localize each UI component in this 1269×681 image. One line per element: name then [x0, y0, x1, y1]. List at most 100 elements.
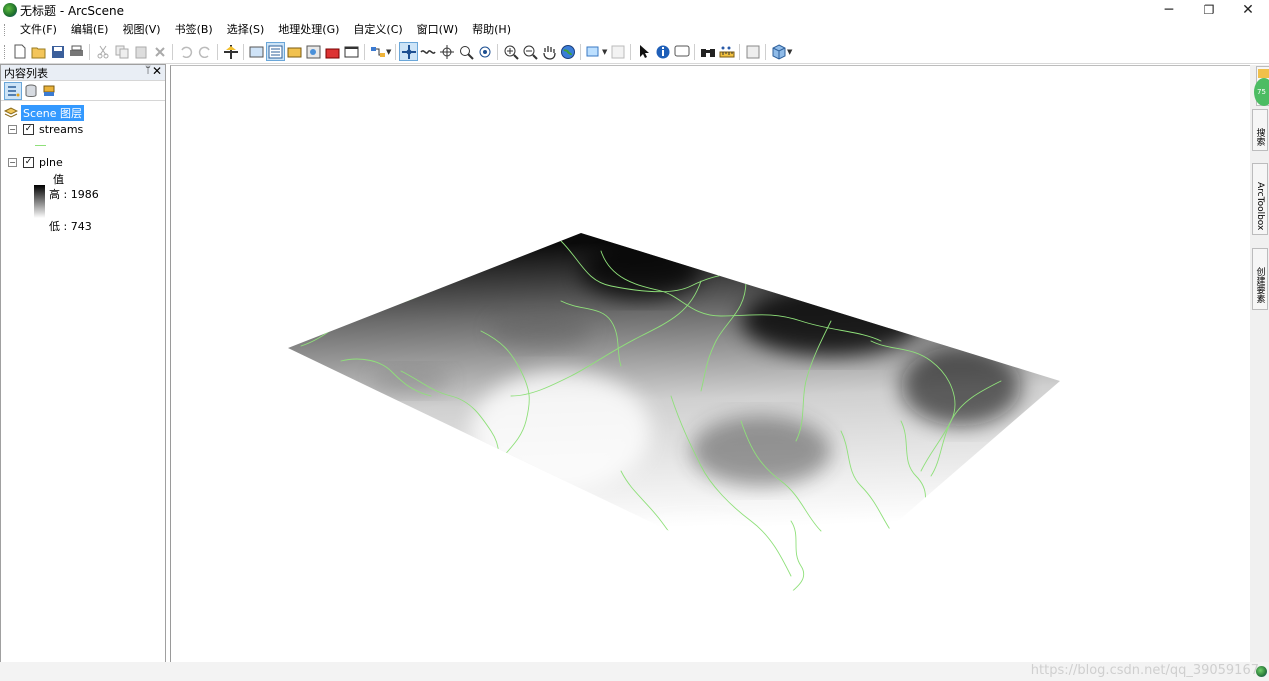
html-popup-icon[interactable]: [673, 43, 690, 60]
menu-view[interactable]: 视图(V): [115, 20, 167, 40]
status-badge[interactable]: 75: [1254, 78, 1269, 106]
navigate-tool-icon[interactable]: [399, 42, 418, 61]
animation-window-icon[interactable]: [744, 43, 761, 60]
arctoolbox-dock-tab[interactable]: ArcToolbox: [1252, 163, 1268, 235]
scene-layers-label[interactable]: Scene 图层: [21, 104, 85, 121]
layer-plne[interactable]: − ✓ plne: [8, 155, 63, 170]
list-by-visibility-icon[interactable]: [41, 83, 57, 99]
target-center-icon[interactable]: [438, 43, 455, 60]
select-features-icon[interactable]: [585, 43, 602, 60]
layer-checkbox[interactable]: ✓: [23, 124, 34, 135]
dropdown-arrow-icon[interactable]: ▼: [602, 47, 608, 57]
scene-view[interactable]: [170, 65, 1250, 662]
menu-help[interactable]: 帮助(H): [465, 20, 518, 40]
toolbar-separator: [89, 43, 90, 60]
close-button[interactable]: ✕: [1229, 0, 1267, 20]
toc-close-icon[interactable]: ✕: [152, 64, 162, 78]
print-icon[interactable]: [68, 43, 85, 60]
paste-icon[interactable]: [132, 43, 149, 60]
zoom-to-target-icon[interactable]: [457, 43, 474, 60]
legend-low-label: 低 : 743: [49, 219, 92, 233]
menu-grip: [4, 24, 7, 36]
layer-name[interactable]: plne: [39, 156, 63, 169]
scene-properties-icon[interactable]: [248, 43, 265, 60]
measure-icon[interactable]: [718, 43, 735, 60]
new-document-icon[interactable]: [11, 43, 28, 60]
toolbar-separator: [172, 43, 173, 60]
collapse-icon[interactable]: −: [8, 125, 17, 134]
right-dock-bar: 75 搜索 ArcToolbox 创建要素: [1250, 65, 1269, 662]
cut-icon[interactable]: [94, 43, 111, 60]
zoom-out-icon[interactable]: [521, 43, 538, 60]
watermark: https://blog.csdn.net/qq_39059167: [1030, 663, 1259, 678]
toolbar-separator: [694, 43, 695, 60]
list-by-source-icon[interactable]: [23, 83, 39, 99]
elevation-color-ramp[interactable]: [34, 185, 45, 218]
create-features-dock-tab[interactable]: 创建要素: [1252, 248, 1268, 310]
scene-layers-node[interactable]: Scene 图层: [4, 104, 85, 121]
search-window-icon[interactable]: [305, 43, 322, 60]
toolbar-separator: [364, 43, 365, 60]
clear-selection-icon[interactable]: [609, 43, 626, 60]
menu-geoprocessing[interactable]: 地理处理(G): [271, 20, 346, 40]
find-binoculars-icon[interactable]: [699, 43, 716, 60]
layers-stack-icon: [4, 107, 18, 118]
toolbar-separator: [395, 43, 396, 60]
toolbar-grip: [4, 44, 7, 59]
layer-streams[interactable]: − ✓ streams: [8, 122, 83, 137]
toc-toolbar: [1, 81, 165, 101]
restore-button[interactable]: ❐: [1190, 0, 1228, 20]
full-extent-globe-icon[interactable]: [559, 43, 576, 60]
arctoolbox-icon[interactable]: [324, 43, 341, 60]
save-icon[interactable]: [49, 43, 66, 60]
set-observer-icon[interactable]: [476, 43, 493, 60]
dropdown-arrow-icon[interactable]: ▼: [787, 47, 793, 57]
3d-effects-cube-icon[interactable]: [770, 43, 787, 60]
layer-checkbox[interactable]: ✓: [23, 157, 34, 168]
redo-icon[interactable]: [196, 43, 213, 60]
pan-hand-icon[interactable]: [540, 43, 557, 60]
terrain-3d-view[interactable]: [171, 66, 1251, 663]
identify-icon[interactable]: [654, 43, 671, 60]
fly-tool-icon[interactable]: [419, 43, 436, 60]
copy-icon[interactable]: [113, 43, 130, 60]
create-features-tab-label[interactable]: 创建要素: [1254, 267, 1267, 303]
menu-edit[interactable]: 编辑(E): [64, 20, 116, 40]
arctoolbox-tab-label[interactable]: ArcToolbox: [1255, 182, 1265, 230]
dropdown-arrow-icon[interactable]: ▼: [386, 47, 392, 57]
toc-title: 内容列表: [4, 66, 48, 80]
open-folder-icon[interactable]: [30, 43, 47, 60]
menu-selection[interactable]: 选择(S): [220, 20, 272, 40]
python-window-icon[interactable]: [343, 43, 360, 60]
arcscene-globe-icon: [3, 3, 17, 17]
window-title: 无标题 - ArcScene: [20, 3, 125, 18]
minimize-button[interactable]: ─: [1150, 0, 1188, 20]
menu-bookmarks[interactable]: 书签(B): [168, 20, 220, 40]
toolbar-separator: [243, 43, 244, 60]
line-symbol-swatch: [35, 145, 46, 146]
layer-name[interactable]: streams: [39, 123, 83, 136]
toc-window-icon[interactable]: [266, 42, 285, 61]
model-builder-icon[interactable]: [369, 43, 386, 60]
delete-icon[interactable]: [151, 43, 168, 60]
pin-icon[interactable]: ᛘ: [145, 65, 151, 76]
zoom-in-icon[interactable]: [502, 43, 519, 60]
add-data-icon[interactable]: [222, 43, 239, 60]
list-by-drawing-order-icon[interactable]: [4, 81, 22, 100]
catalog-tab-icon: [1258, 69, 1269, 78]
catalog-icon[interactable]: [286, 43, 303, 60]
toolbar-separator: [739, 43, 740, 60]
menu-windows[interactable]: 窗口(W): [410, 20, 465, 40]
search-dock-tab[interactable]: 搜索: [1252, 109, 1268, 151]
legend-title: 值: [53, 172, 64, 186]
select-elements-arrow-icon[interactable]: [635, 43, 652, 60]
toolbar-separator: [765, 43, 766, 60]
title-bar: 无标题 - ArcScene ─ ❐ ✕: [0, 0, 1269, 20]
menu-customize[interactable]: 自定义(C): [346, 20, 409, 40]
menu-file[interactable]: 文件(F): [13, 20, 64, 40]
undo-icon[interactable]: [177, 43, 194, 60]
collapse-icon[interactable]: −: [8, 158, 17, 167]
menu-bar: 文件(F) 编辑(E) 视图(V) 书签(B) 选择(S) 地理处理(G) 自定…: [0, 20, 1269, 40]
search-tab-label[interactable]: 搜索: [1254, 128, 1267, 146]
streams-symbol[interactable]: [35, 138, 46, 153]
